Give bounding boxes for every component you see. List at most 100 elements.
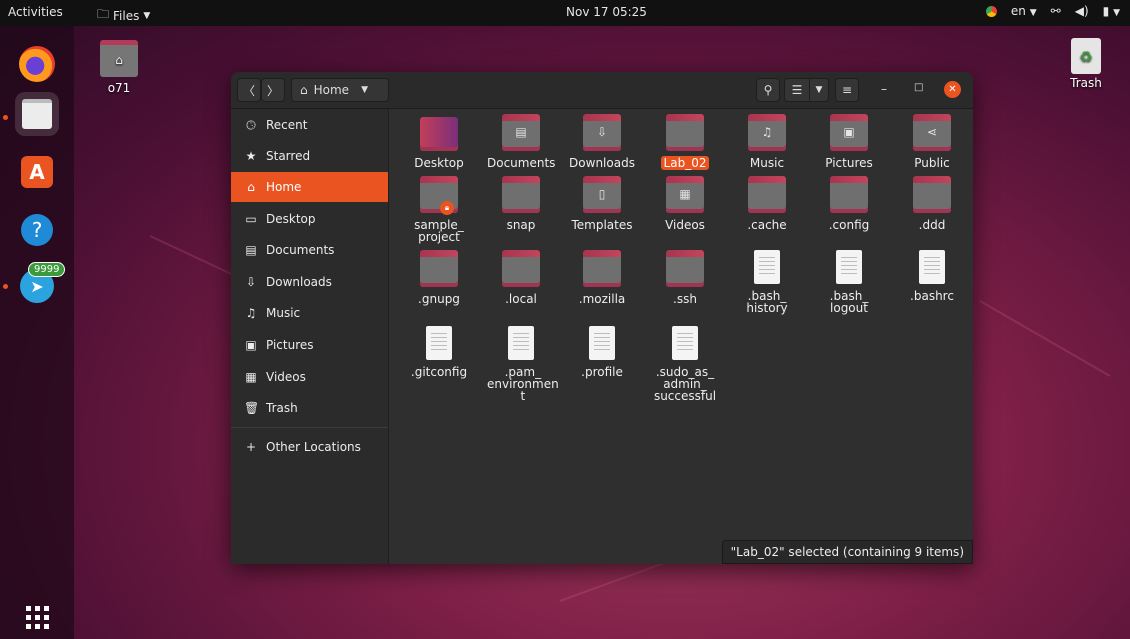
file-item[interactable]: .config — [812, 176, 886, 232]
sidebar-item-label: Desktop — [266, 212, 316, 226]
sidebar-item-label: Downloads — [266, 275, 332, 289]
clock[interactable]: Nov 17 05:25 — [566, 5, 647, 19]
help-icon: ? — [21, 214, 53, 246]
text-file-icon — [836, 250, 862, 284]
file-label: Videos — [665, 218, 705, 232]
public-folder-icon: ⋖ — [913, 114, 951, 151]
file-item[interactable]: ▤ Documents — [484, 114, 558, 170]
desktop-folder-icon — [420, 117, 458, 151]
notification-badge: 9999 — [28, 262, 66, 277]
file-label: Documents — [487, 156, 556, 170]
file-item[interactable]: .local — [484, 250, 558, 306]
chevron-down-icon: ▼ — [1029, 8, 1037, 18]
header-bar: 〈 〉 ⌂ Home ▼ ⚲ ☰ ▼ ≡ – □ ✕ — [231, 72, 973, 109]
close-button[interactable]: ✕ — [944, 81, 961, 98]
list-view-button[interactable]: ☰ — [784, 78, 810, 102]
sidebar-item-videos[interactable]: ▦ Videos — [231, 362, 388, 392]
view-options-button[interactable]: ▼ — [809, 78, 829, 102]
trash-icon: 🗑︎ — [244, 401, 260, 415]
documents-folder-icon: ▤ — [502, 114, 540, 151]
volume-icon[interactable]: ◀︎) — [1075, 4, 1089, 18]
back-button[interactable]: 〈 — [237, 78, 261, 102]
sidebar-item-label: Documents — [266, 243, 335, 257]
file-item[interactable]: Desktop — [402, 117, 476, 170]
star-icon: ★ — [245, 149, 257, 163]
menu-button[interactable]: ≡ — [835, 78, 859, 102]
desktop-trash[interactable]: ♻ Trash — [1056, 38, 1116, 90]
sidebar-item-downloads[interactable]: ⇩ Downloads — [231, 267, 388, 297]
battery-icon: ▮ — [1102, 4, 1110, 18]
forward-button[interactable]: 〉 — [261, 78, 285, 102]
sidebar-item-trash[interactable]: 🗑︎ Trash — [231, 393, 388, 423]
sidebar-item-desktop[interactable]: ▭ Desktop — [231, 204, 388, 234]
file-item[interactable]: .gnupg — [402, 250, 476, 306]
files-launcher[interactable] — [15, 92, 59, 136]
file-item[interactable]: ⋖ Public — [895, 114, 969, 170]
file-item[interactable]: 🔒︎ sample_ project — [402, 176, 476, 244]
network-icon[interactable]: ⚯ — [1051, 4, 1061, 18]
text-file-icon — [426, 326, 452, 360]
software-launcher[interactable]: A — [15, 150, 59, 194]
activities-button[interactable]: Activities — [8, 5, 63, 19]
status-text: "Lab_02" selected (containing 9 items) — [730, 545, 964, 559]
download-icon: ⇩ — [245, 275, 257, 289]
file-label: Lab_02 — [660, 156, 710, 170]
folder-icon — [583, 250, 621, 287]
language-selector[interactable]: en ▼ — [1011, 4, 1037, 18]
file-item[interactable]: ▯ Templates — [565, 176, 639, 232]
folder-icon — [913, 176, 951, 213]
sidebar-item-label: Starred — [266, 149, 311, 163]
file-item[interactable]: .profile — [565, 326, 639, 379]
file-item[interactable]: .ssh — [648, 250, 722, 306]
battery-menu[interactable]: ▮ ▼ — [1103, 4, 1120, 18]
sidebar-item-label: Music — [266, 306, 301, 320]
sidebar-item-other-locations[interactable]: + Other Locations — [231, 432, 388, 462]
desktop-home-folder[interactable]: ⌂ o71 — [89, 40, 149, 95]
trash-bin-icon: ♻ — [1071, 38, 1101, 74]
list-view-icon: ☰ — [791, 83, 803, 97]
close-icon: ✕ — [948, 84, 957, 95]
file-item-selected[interactable]: Lab_02 — [648, 114, 722, 170]
help-launcher[interactable]: ? — [15, 208, 59, 252]
sidebar-item-documents[interactable]: ▤ Documents — [231, 235, 388, 265]
file-item[interactable]: ▣ Pictures — [812, 114, 886, 170]
file-item[interactable]: .pam_ environmen t — [484, 326, 559, 403]
minimize-button[interactable]: – — [881, 82, 887, 96]
sidebar-item-music[interactable]: ♫ Music — [231, 298, 388, 328]
language-label: en — [1010, 4, 1026, 18]
file-label: Downloads — [569, 156, 635, 170]
file-item[interactable]: .bashrc — [895, 250, 969, 303]
path-bar-home[interactable]: ⌂ Home ▼ — [291, 78, 389, 102]
file-item[interactable]: .mozilla — [565, 250, 639, 306]
search-button[interactable]: ⚲ — [756, 78, 780, 102]
file-item[interactable]: ▦ Videos — [648, 176, 722, 232]
app-menu[interactable]: 🗀 Files ▼ — [97, 5, 150, 26]
file-item[interactable]: ♫ Music — [730, 114, 804, 170]
file-item[interactable]: .gitconfig — [402, 326, 476, 379]
file-item[interactable]: .ddd — [895, 176, 969, 232]
file-label: .bash_ logout — [829, 289, 869, 315]
sidebar-item-home[interactable]: ⌂ Home — [231, 172, 388, 202]
sidebar-item-label: Trash — [266, 401, 298, 415]
file-item[interactable]: snap — [484, 176, 558, 232]
firefox-launcher[interactable] — [15, 42, 59, 86]
running-indicator — [3, 284, 8, 289]
file-label: Templates — [571, 218, 633, 232]
folder-icon: 🗀 — [97, 7, 110, 21]
file-item[interactable]: .bash_ logout — [812, 250, 886, 315]
show-applications-button[interactable] — [26, 606, 49, 629]
maximize-button[interactable]: □ — [914, 82, 923, 93]
file-item[interactable]: .bash_ history — [730, 250, 804, 315]
sidebar-item-label: Videos — [266, 370, 306, 384]
sidebar-item-pictures[interactable]: ▣ Pictures — [231, 330, 388, 360]
file-label: .pam_ environmen t — [487, 365, 559, 403]
files-window: 〈 〉 ⌂ Home ▼ ⚲ ☰ ▼ ≡ – □ ✕ 🕓︎ Recent ★ Sta… — [231, 72, 973, 564]
sidebar-separator — [231, 427, 388, 428]
file-item[interactable]: ⇩ Downloads — [565, 114, 639, 170]
folder-icon — [666, 250, 704, 287]
file-item[interactable]: .cache — [730, 176, 804, 232]
sidebar-item-starred[interactable]: ★ Starred — [231, 141, 388, 171]
file-item[interactable]: .sudo_as_ admin_ successful — [648, 326, 722, 403]
sidebar-item-recent[interactable]: 🕓︎ Recent — [231, 110, 388, 140]
chrome-indicator-icon[interactable] — [985, 5, 997, 17]
